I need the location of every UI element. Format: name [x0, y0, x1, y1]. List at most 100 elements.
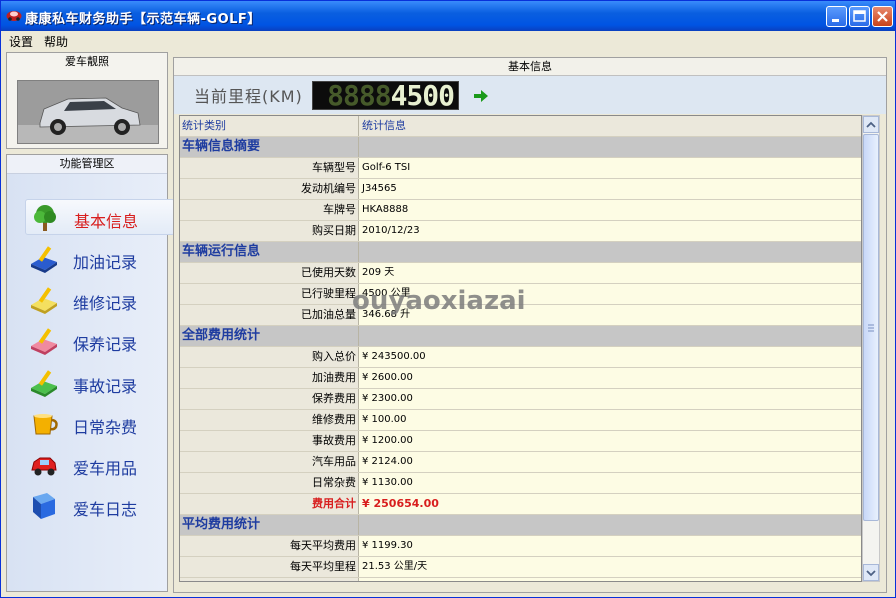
nav-label: 保养记录	[73, 335, 138, 354]
table-row[interactable]: 发动机编号 J34565	[180, 179, 861, 200]
scroll-thumb[interactable]	[863, 134, 879, 521]
nav-label: 维修记录	[73, 294, 138, 313]
value-cell: ¥ 1200.00	[362, 435, 413, 446]
table-row[interactable]: 每天平均里程 21.53 公里/天	[180, 557, 861, 578]
nav-car-journal[interactable]: 爱车日志	[25, 488, 175, 524]
watermark: ouyaoxiazai	[352, 286, 526, 316]
nav-accident-records[interactable]: 事故记录	[25, 365, 175, 401]
mileage-bar: 当前里程(KM) 88884500 4500	[174, 76, 886, 114]
column-header-info[interactable]: 统计信息	[360, 116, 861, 136]
mileage-label: 当前里程(KM)	[194, 87, 303, 106]
table-row[interactable]: 汽车用品 ¥ 2124.00	[180, 452, 861, 473]
table-row[interactable]: 购入总价 ¥ 243500.00	[180, 347, 861, 368]
app-window: 康康私车财务助手【示范车辆-GOLF】 设置 帮助 爱车靓照 功能管理区 基本信…	[0, 0, 896, 598]
category-cell: 已加油总量	[180, 305, 359, 325]
notebook-pen-icon	[31, 370, 57, 397]
value-cell: ¥ 1130.00	[362, 477, 413, 488]
menu-bar: 设置 帮助	[1, 31, 895, 50]
nav-label: 爱车用品	[73, 459, 138, 478]
close-icon	[877, 11, 888, 22]
category-cell: 已使用天数	[180, 263, 359, 283]
nav-repair-records[interactable]: 维修记录	[25, 282, 175, 318]
table-row[interactable]: 车牌号 HKA8888	[180, 200, 861, 221]
main-panel: 基本信息 当前里程(KM) 88884500 4500 统计类别 统计信息 车辆…	[173, 57, 887, 593]
table-row[interactable]: 保养费用 ¥ 2300.00	[180, 389, 861, 410]
value-cell: J34565	[362, 183, 397, 194]
window-title: 康康私车财务助手【示范车辆-GOLF】	[25, 12, 261, 27]
vertical-scrollbar[interactable]	[862, 115, 880, 582]
scroll-down-button[interactable]	[863, 564, 879, 581]
value-cell: ¥ 100.00	[362, 414, 407, 425]
car-image-icon	[18, 81, 158, 143]
nav-label: 加油记录	[73, 253, 138, 272]
close-button[interactable]	[872, 6, 893, 27]
nav-basic-info[interactable]: 基本信息	[25, 199, 175, 235]
notebook-pen-icon	[31, 328, 57, 355]
minimize-icon	[832, 19, 839, 22]
category-cell: 日常杂费	[180, 473, 359, 493]
table-row[interactable]: 加油费用 ¥ 2600.00	[180, 368, 861, 389]
menu-settings[interactable]: 设置	[9, 33, 33, 50]
nav-label: 事故记录	[73, 377, 138, 396]
category-cell: 事故费用	[180, 431, 359, 451]
value-cell: 2010/12/23	[362, 225, 420, 236]
car-photo[interactable]	[17, 80, 159, 144]
table-row[interactable]: 每天平均费用 ¥ 1199.30	[180, 536, 861, 557]
category-cell	[180, 578, 359, 581]
stats-grid[interactable]: 统计类别 统计信息 车辆信息摘要 车辆型号 Golf-6 TSI 发动机编号 J3456…	[179, 115, 862, 582]
category-cell: 车辆信息摘要	[180, 137, 359, 157]
value-cell: Golf-6 TSI	[362, 162, 411, 173]
value-cell: ¥ 243500.00	[362, 351, 426, 362]
category-cell: 购买日期	[180, 221, 359, 241]
value-cell	[360, 326, 861, 346]
minimize-button[interactable]	[826, 6, 847, 27]
grid-header: 统计类别 统计信息	[180, 116, 861, 137]
table-row[interactable]: 费用合计 ¥ 250654.00	[180, 494, 861, 515]
title-bar[interactable]: 康康私车财务助手【示范车辆-GOLF】	[1, 1, 895, 31]
panel-title: 基本信息	[174, 58, 886, 76]
section-row[interactable]: 车辆运行信息	[180, 242, 861, 263]
value-cell	[360, 137, 861, 157]
function-panel: 功能管理区 基本信息 加油记录 维修记录 保养记录 事故记录 日常杂费 爱车用品…	[6, 154, 175, 592]
category-cell: 购入总价	[180, 347, 359, 367]
category-cell: 每天平均费用	[180, 536, 359, 556]
table-row[interactable]: 维修费用 ¥ 100.00	[180, 410, 861, 431]
notebook-pen-icon	[31, 287, 57, 314]
table-row[interactable]: 事故费用 ¥ 1200.00	[180, 431, 861, 452]
category-cell: 平均费用统计	[180, 515, 359, 535]
value-cell	[360, 578, 861, 581]
menu-help[interactable]: 帮助	[44, 33, 68, 50]
nav-maintenance-records[interactable]: 保养记录	[25, 323, 175, 359]
table-row[interactable]: 购买日期 2010/12/23	[180, 221, 861, 242]
table-row[interactable]	[180, 578, 861, 581]
value-cell: ¥ 2300.00	[362, 393, 413, 404]
table-row[interactable]: 日常杂费 ¥ 1130.00	[180, 473, 861, 494]
scroll-up-button[interactable]	[863, 116, 879, 133]
table-row[interactable]: 已使用天数 209 天	[180, 263, 861, 284]
mileage-value: 4500	[390, 79, 455, 112]
book-icon	[33, 493, 55, 519]
left-panel: 爱车靓照 功能管理区 基本信息 加油记录 维修记录 保养记录 事故记录 日常杂费…	[6, 52, 175, 592]
section-row[interactable]: 平均费用统计	[180, 515, 861, 536]
toy-car-icon	[31, 457, 57, 476]
section-row[interactable]: 全部费用统计	[180, 326, 861, 347]
function-header: 功能管理区	[7, 155, 167, 174]
update-arrow-icon[interactable]	[473, 89, 489, 103]
maximize-button[interactable]	[849, 6, 870, 27]
category-cell: 发动机编号	[180, 179, 359, 199]
photo-header: 爱车靓照	[65, 55, 109, 68]
value-cell: ¥ 2124.00	[362, 456, 413, 467]
category-cell: 车牌号	[180, 200, 359, 220]
table-row[interactable]: 车辆型号 Golf-6 TSI	[180, 158, 861, 179]
column-header-category[interactable]: 统计类别	[180, 116, 359, 136]
category-cell: 每天平均里程	[180, 557, 359, 577]
maximize-icon	[853, 10, 866, 22]
nav-label: 日常杂费	[73, 418, 138, 437]
category-cell: 车辆型号	[180, 158, 359, 178]
chevron-down-icon	[866, 570, 876, 577]
nav-car-accessories[interactable]: 爱车用品	[25, 447, 175, 483]
nav-daily-expenses[interactable]: 日常杂费	[25, 406, 175, 442]
section-row[interactable]: 车辆信息摘要	[180, 137, 861, 158]
category-cell: 全部费用统计	[180, 326, 359, 346]
nav-fuel-records[interactable]: 加油记录	[25, 241, 175, 277]
